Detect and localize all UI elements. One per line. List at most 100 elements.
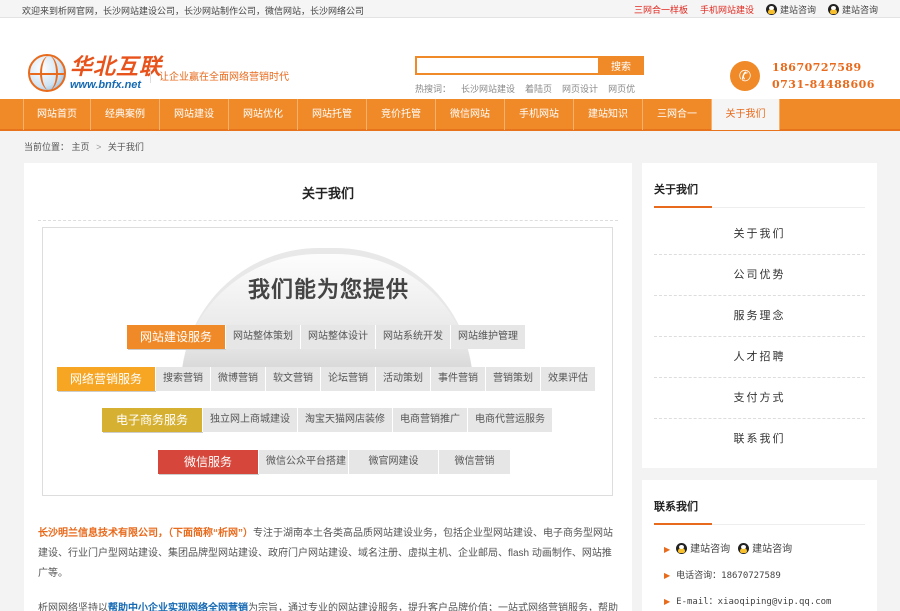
qq-icon [738, 543, 750, 554]
service-item: 营销策划 [485, 367, 540, 391]
top-links: 三网合一样板 手机网站建设 建站咨询 建站咨询 [634, 3, 878, 16]
qq-consult-link-2[interactable]: 建站咨询 [827, 3, 878, 16]
contact-qq-label-2: 建站咨询 [752, 544, 793, 555]
nav-item-about[interactable]: 关于我们 [712, 99, 780, 130]
hot-word-link[interactable]: 着陆页 [525, 82, 552, 95]
globe-icon [28, 54, 66, 92]
sidebar-item-careers[interactable]: 人才招聘 [654, 337, 865, 378]
service-item: 微信营销 [438, 450, 510, 474]
service-item: 活动策划 [375, 367, 430, 391]
breadcrumb-separator: > [96, 142, 102, 152]
nav-item-mobile[interactable]: 手机网站 [505, 99, 574, 130]
service-item: 淘宝天猫网店装修 [297, 408, 392, 432]
triangle-bullet-icon: ▶ [664, 571, 671, 580]
service-item: 搜索营销 [155, 367, 210, 391]
service-item: 网站维护管理 [450, 325, 525, 349]
banner-heading: 我们能为您提供 [247, 277, 409, 302]
qq-icon [676, 543, 688, 554]
sidebar-item-philosophy[interactable]: 服务理念 [654, 296, 865, 337]
sidebar-about: 关于我们 关于我们 公司优势 服务理念 人才招聘 支付方式 联系我们 [642, 163, 877, 468]
sidebar-item-contact[interactable]: 联系我们 [654, 419, 865, 460]
hot-word-link[interactable]: 网页设计 [562, 82, 598, 95]
intro-company-name: 长沙明兰信息技术有限公司，（下面简称“析网”） [38, 528, 253, 539]
sidebar-contact: 联系我们 ▶ 建站咨询 建站咨询 ▶ 电话咨询：18670727589 ▶ E-… [642, 480, 877, 611]
logo-en-text: www.bnfx.net [70, 78, 142, 91]
service-item: 论坛营销 [320, 367, 375, 391]
qq-consult-link-1[interactable]: 建站咨询 [765, 3, 816, 16]
sidebar-item-advantages[interactable]: 公司优势 [654, 255, 865, 296]
contact-qq-link-2[interactable]: 建站咨询 [738, 537, 792, 563]
service-item: 网站整体策划 [225, 325, 300, 349]
contact-qq-link-1[interactable]: 建站咨询 [676, 537, 730, 563]
service-item: 效果评估 [540, 367, 595, 391]
phone-number-landline: 0731-84488606 [772, 78, 875, 91]
hot-word-link[interactable]: 网页优 [608, 82, 635, 95]
search-button[interactable]: 搜索 [598, 56, 644, 75]
top-link-sample[interactable]: 三网合一样板 [634, 3, 688, 16]
top-bar: 欢迎来到析网官网，长沙网站建设公司，长沙网站制作公司，微信网站，长沙网络公司 三… [0, 0, 900, 18]
sidebar-contact-title: 联系我们 [654, 498, 865, 525]
nav-item-bidding[interactable]: 竞价托管 [367, 99, 436, 130]
intro-paragraph: 长沙明兰信息技术有限公司，（下面简称“析网”）专注于湖南本土各类高品质网站建设业… [38, 524, 620, 584]
title-divider [38, 220, 618, 221]
qq-icon [765, 4, 777, 15]
nav-item-knowledge[interactable]: 建站知识 [574, 99, 643, 130]
service-item: 电商营销推广 [392, 408, 467, 432]
sidebar-about-title: 关于我们 [654, 181, 865, 208]
triangle-bullet-icon: ▶ [664, 545, 671, 554]
contact-qq-label-1: 建站咨询 [690, 544, 731, 555]
service-item: 微博营销 [210, 367, 265, 391]
nav-item-wechat[interactable]: 微信网站 [436, 99, 505, 130]
services-banner: 我们能为您提供 网站建设服务 网站整体策划 网站整体设计 网站系统开发 网站维护… [42, 227, 613, 496]
nav-item-cases[interactable]: 经典案例 [91, 99, 160, 130]
welcome-text: 欢迎来到析网官网，长沙网站建设公司，长沙网站制作公司，微信网站，长沙网络公司 [22, 6, 365, 16]
nav-item-hosting[interactable]: 网站托管 [298, 99, 367, 130]
nav-item-web-build[interactable]: 网站建设 [160, 99, 229, 130]
service-row-ecommerce: 电子商务服务 独立网上商城建设 淘宝天猫网店装修 电商营销推广 电商代营运服务 [102, 408, 552, 432]
banner-dome [181, 248, 473, 386]
service-item: 事件营销 [430, 367, 485, 391]
slogan: 让企业赢在全面网络营销时代 [150, 68, 289, 83]
intro2-highlight-link[interactable]: 帮助中小企业实现网络全网营销 [108, 603, 248, 611]
intro2-end: 为宗旨，通过专业的网站建设服务，提升客户品牌价值；一站式网络营销服务，帮助 [248, 603, 618, 611]
service-item: 网站系统开发 [375, 325, 450, 349]
intro-paragraph-2: 析网网络坚持以帮助中小企业实现网络全网营销为宗旨，通过专业的网站建设服务，提升客… [38, 599, 620, 611]
search-input[interactable] [415, 56, 598, 75]
logo-cn-text: 华北互联 [70, 53, 163, 79]
nav-item-three-in-one[interactable]: 三网合一 [643, 99, 712, 130]
qq-consult-label-1: 建站咨询 [779, 5, 816, 15]
sidebar-item-about[interactable]: 关于我们 [654, 214, 865, 255]
contact-phone: 电话咨询：18670727589 [676, 571, 781, 581]
phone-icon: ✆ [730, 61, 760, 91]
phone-number-mobile: 18670727589 [772, 61, 862, 74]
service-item: 网站整体设计 [300, 325, 375, 349]
main-nav: 网站首页 经典案例 网站建设 网站优化 网站托管 竞价托管 微信网站 手机网站 … [0, 99, 900, 131]
hot-word-link[interactable]: 长沙网站建设 [461, 82, 515, 95]
service-item: 电商代营运服务 [467, 408, 552, 432]
hot-words: 热搜词： 长沙网站建设 着陆页 网页设计 网页优 [415, 82, 644, 95]
sidebar-item-payment[interactable]: 支付方式 [654, 378, 865, 419]
service-item: 独立网上商城建设 [202, 408, 297, 432]
main-content: 关于我们 我们能为您提供 网站建设服务 网站整体策划 网站整体设计 网站系统开发… [24, 163, 632, 611]
page-title: 关于我们 [301, 186, 354, 201]
service-label: 电子商务服务 [102, 408, 202, 432]
service-label: 网络营销服务 [57, 367, 155, 391]
qq-consult-label-2: 建站咨询 [841, 5, 878, 15]
service-item: 微信公众平台搭建 [258, 450, 348, 474]
hot-words-label: 热搜词： [415, 84, 452, 94]
breadcrumb: 当前位置： 主页 > 关于我们 [24, 140, 144, 153]
nav-item-seo[interactable]: 网站优化 [229, 99, 298, 130]
service-item: 微官网建设 [348, 450, 438, 474]
search-area: 搜索 热搜词： 长沙网站建设 着陆页 网页设计 网页优 [415, 56, 644, 95]
triangle-bullet-icon: ▶ [664, 597, 671, 606]
service-label: 微信服务 [158, 450, 258, 474]
site-header: 华北互联 www.bnfx.net 让企业赢在全面网络营销时代 搜索 热搜词： … [0, 18, 900, 99]
top-link-mobile[interactable]: 手机网站建设 [700, 3, 754, 16]
site-logo[interactable]: 华北互联 www.bnfx.net [28, 54, 162, 92]
service-row-marketing: 网络营销服务 搜索营销 微博营销 软文营销 论坛营销 活动策划 事件营销 营销策… [57, 367, 595, 391]
breadcrumb-home[interactable]: 主页 [72, 142, 90, 152]
intro2-start: 析网网络坚持以 [38, 603, 108, 611]
breadcrumb-current: 关于我们 [107, 142, 144, 152]
service-row-wechat: 微信服务 微信公众平台搭建 微官网建设 微信营销 [158, 450, 510, 474]
nav-item-home[interactable]: 网站首页 [23, 99, 91, 130]
